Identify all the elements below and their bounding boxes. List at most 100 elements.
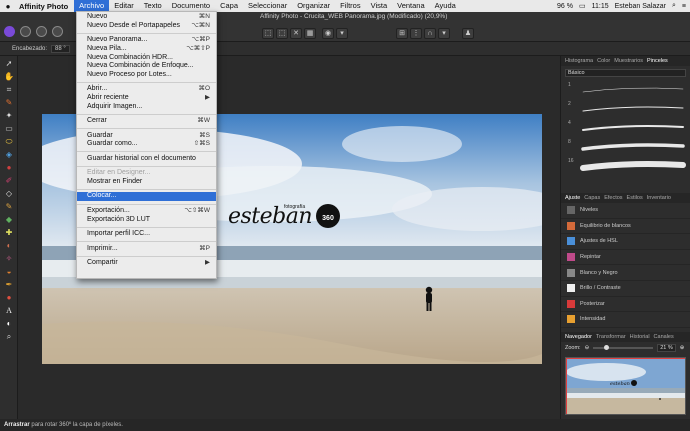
- app-menu[interactable]: Affinity Photo: [16, 2, 74, 11]
- adjustment-brillo-contraste[interactable]: Brillo / Contraste: [561, 281, 690, 297]
- search-icon[interactable]: ⌕: [672, 2, 676, 10]
- brush-preset[interactable]: 1: [561, 80, 690, 99]
- menu-item-exportacion[interactable]: Exportación... ⌥⇧⌘W: [77, 207, 216, 216]
- menu-item-guardar-como[interactable]: Guardar como... ⇧⌘S: [77, 140, 216, 149]
- photo-persona-icon[interactable]: [4, 26, 15, 37]
- snapping-icon[interactable]: ⊞: [396, 28, 408, 39]
- menu-item-compartir[interactable]: Compartir ▶: [77, 259, 216, 268]
- deselect-icon[interactable]: ⬚: [276, 28, 288, 39]
- clone-brush-icon[interactable]: ◆: [4, 215, 14, 225]
- refine-selection-icon[interactable]: ▦: [304, 28, 316, 39]
- menu-item-colocar[interactable]: Colocar...: [77, 192, 216, 202]
- list-icon[interactable]: ≡: [682, 3, 686, 10]
- invert-selection-icon[interactable]: ✕: [290, 28, 302, 39]
- zoom-slider[interactable]: [593, 344, 654, 350]
- tab-histograma[interactable]: Histograma: [565, 58, 593, 64]
- menu-vista[interactable]: Vista: [366, 0, 393, 12]
- menu-item-abrir-reciente[interactable]: Abrir reciente ▶: [77, 94, 216, 103]
- heading-field[interactable]: 88 °: [51, 44, 70, 53]
- apple-icon[interactable]: ●: [0, 2, 16, 11]
- healing-brush-icon[interactable]: ✚: [4, 228, 14, 238]
- tab-muestrarios[interactable]: Muestrarios: [614, 58, 643, 64]
- crop-tool-icon[interactable]: ⌗: [4, 85, 14, 95]
- menu-item-nuevo-panorama[interactable]: Nuevo Panorama... ⌥⌘P: [77, 36, 216, 45]
- tab-efectos[interactable]: Efectos: [604, 195, 622, 201]
- menu-item-nueva-pila[interactable]: Nueva Pila... ⌥⌘⇧P: [77, 45, 216, 54]
- clock[interactable]: 11:15: [592, 3, 609, 10]
- adjustment-blanco-y-negro[interactable]: Blanco y Negro: [561, 265, 690, 281]
- menu-item-imprimir[interactable]: Imprimir... ⌘P: [77, 245, 216, 254]
- assistant-icon[interactable]: ♟: [462, 28, 474, 39]
- menu-organizar[interactable]: Organizar: [292, 0, 335, 12]
- menu-ayuda[interactable]: Ayuda: [430, 0, 461, 12]
- zoom-value[interactable]: 21 %: [657, 343, 676, 352]
- tab-historial[interactable]: Historial: [630, 334, 650, 340]
- adjustment-ajustes-de-hsl[interactable]: Ajustes de HSL: [561, 234, 690, 250]
- quick-mask-icon[interactable]: ◉: [322, 28, 334, 39]
- battery-icon[interactable]: ▭: [579, 2, 586, 10]
- gradient-tool-icon[interactable]: ◒: [4, 267, 14, 277]
- tab-pinceles[interactable]: Pinceles: [647, 58, 668, 64]
- tab-estilos[interactable]: Estilos: [627, 195, 643, 201]
- menu-item-nuevo-desde-el-portapapeles[interactable]: Nuevo Desde el Portapapeles ⌥⌘N: [77, 22, 216, 31]
- battery-label[interactable]: 96 %: [557, 3, 573, 10]
- brush-preset[interactable]: 8: [561, 137, 690, 156]
- flood-fill-icon[interactable]: ◈: [4, 150, 14, 160]
- zoom-in-icon[interactable]: ⊕: [680, 345, 685, 351]
- text-tool-icon[interactable]: A: [4, 306, 14, 316]
- erase-brush-icon[interactable]: ◇: [4, 189, 14, 199]
- snap-options-icon[interactable]: ▾: [438, 28, 450, 39]
- menu-capa[interactable]: Capa: [215, 0, 243, 12]
- zoom-slider-knob[interactable]: [603, 344, 609, 350]
- brush-preset[interactable]: 2: [561, 99, 690, 118]
- liquify-persona-icon[interactable]: [20, 26, 31, 37]
- menu-item-guardar-historial-con-el-documento[interactable]: Guardar historial con el documento: [77, 155, 216, 164]
- menu-item-adquirir-imagen[interactable]: Adquirir Imagen...: [77, 103, 216, 112]
- menu-filtros[interactable]: Filtros: [335, 0, 365, 12]
- adjustment-repintar[interactable]: Repintar: [561, 250, 690, 266]
- menu-item-nueva-combinacion-de-enfoque[interactable]: Nueva Combinación de Enfoque...: [77, 62, 216, 71]
- marquee-tool-icon[interactable]: ▭: [4, 124, 14, 134]
- blur-brush-icon[interactable]: ◐: [4, 241, 14, 251]
- brush-preset[interactable]: 16: [561, 156, 690, 175]
- zoom-out-icon[interactable]: ⊖: [585, 345, 590, 351]
- magnet-icon[interactable]: ∩: [424, 28, 436, 39]
- move-tool-icon[interactable]: ➚: [4, 59, 14, 69]
- zoom-tool-icon[interactable]: ⌕: [4, 332, 14, 342]
- menu-ventana[interactable]: Ventana: [392, 0, 430, 12]
- freehand-select-icon[interactable]: ⬭: [4, 137, 14, 147]
- selection-brush-icon[interactable]: ✎: [4, 98, 14, 108]
- flood-select-icon[interactable]: ✦: [4, 111, 14, 121]
- menu-seleccionar[interactable]: Seleccionar: [243, 0, 292, 12]
- menu-item-mostrar-en-finder[interactable]: Mostrar en Finder: [77, 178, 216, 187]
- menu-item-cerrar[interactable]: Cerrar ⌘W: [77, 117, 216, 126]
- adjustment-intensidad[interactable]: Intensidad: [561, 312, 690, 328]
- grid-icon[interactable]: ⋮: [410, 28, 422, 39]
- menu-item-exportacion-3d-lut[interactable]: Exportación 3D LUT: [77, 216, 216, 225]
- tab-capas[interactable]: Capas: [584, 195, 600, 201]
- menu-item-abrir[interactable]: Abrir... ⌘O: [77, 85, 216, 94]
- tab-transformar[interactable]: Transformar: [596, 334, 626, 340]
- tab-navegador[interactable]: Navegador: [565, 334, 592, 340]
- menu-item-nueva-combinacion-hdr[interactable]: Nueva Combinación HDR...: [77, 54, 216, 63]
- user-name[interactable]: Esteban Salazar: [615, 3, 666, 10]
- paint-brush-icon[interactable]: ✐: [4, 176, 14, 186]
- develop-persona-icon[interactable]: [36, 26, 47, 37]
- shape-tool-icon[interactable]: ●: [4, 293, 14, 303]
- tab-ajuste[interactable]: Ajuste: [565, 195, 580, 201]
- brush-category-select[interactable]: Básico: [565, 69, 686, 77]
- adjustment-equilibrio-de-blancos[interactable]: Equilibrio de blancos: [561, 219, 690, 235]
- view-tool-icon[interactable]: ✋: [4, 72, 14, 82]
- menu-item-nuevo-proceso-por-lotes[interactable]: Nuevo Proceso por Lotes...: [77, 71, 216, 80]
- tab-color[interactable]: Color: [597, 58, 610, 64]
- pen-tool-icon[interactable]: ✒: [4, 280, 14, 290]
- menu-item-nuevo[interactable]: Nuevo ⌘N: [77, 13, 216, 22]
- color-picker-icon[interactable]: ●: [4, 163, 14, 173]
- color-swatch-icon[interactable]: ◐: [4, 319, 14, 329]
- adjustment-posterizar[interactable]: Posterizar: [561, 297, 690, 313]
- tab-canales[interactable]: Canales: [654, 334, 674, 340]
- selection-marquee-icon[interactable]: ⬚: [262, 28, 274, 39]
- navigator-thumbnail[interactable]: esteban: [565, 357, 686, 415]
- adjustment-niveles[interactable]: Niveles: [561, 203, 690, 219]
- mask-options-icon[interactable]: ▾: [336, 28, 348, 39]
